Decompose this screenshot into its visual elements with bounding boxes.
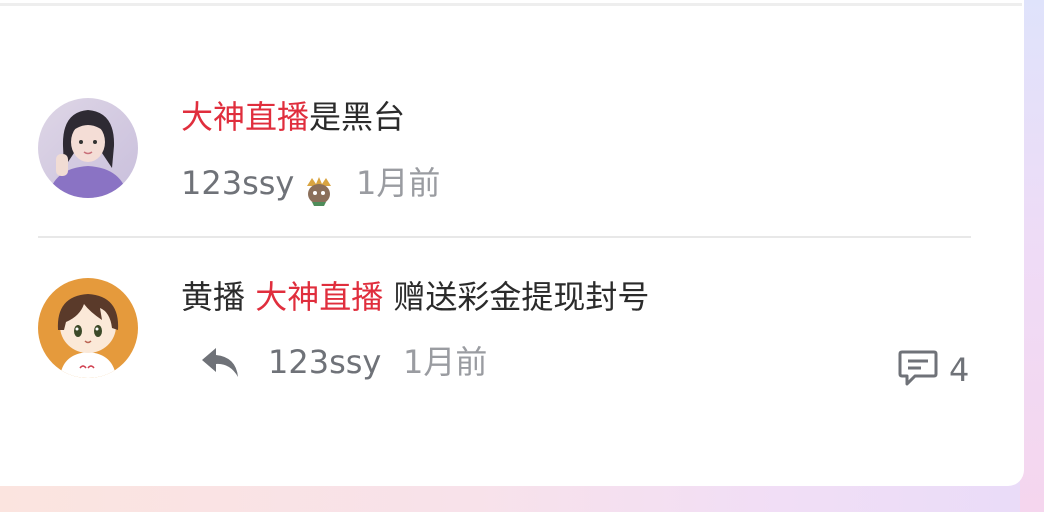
comment-prefix: 黄播 (181, 278, 256, 316)
avatar[interactable] (38, 278, 138, 378)
comment-body: 是黑台 (309, 98, 406, 136)
keyword-highlight[interactable]: 大神直播 (255, 278, 383, 316)
comment-time: 1月前 (403, 343, 488, 381)
username[interactable]: 123ssy (181, 163, 294, 203)
comment-body: 赠送彩金提现封号 (383, 278, 650, 316)
comment-list-card: 大神直播是黑台 123ssy 1月前 黄播 大神直播 赠送彩金提现封号 123s… (0, 0, 1024, 486)
comment-text: 大神直播是黑台 (181, 97, 405, 137)
badge-icon (305, 176, 333, 210)
reply-count[interactable]: 4 (949, 350, 969, 390)
username[interactable]: 123ssy (268, 342, 381, 382)
top-divider (0, 3, 1022, 6)
reply-arrow-icon[interactable] (200, 345, 240, 383)
avatar[interactable] (38, 98, 138, 198)
comment-bubble-icon[interactable] (897, 349, 939, 391)
comment-time: 1月前 (356, 164, 441, 202)
keyword-highlight[interactable]: 大神直播 (181, 98, 309, 136)
comment-divider (38, 236, 971, 238)
comment-text: 黄播 大神直播 赠送彩金提现封号 (181, 277, 649, 317)
